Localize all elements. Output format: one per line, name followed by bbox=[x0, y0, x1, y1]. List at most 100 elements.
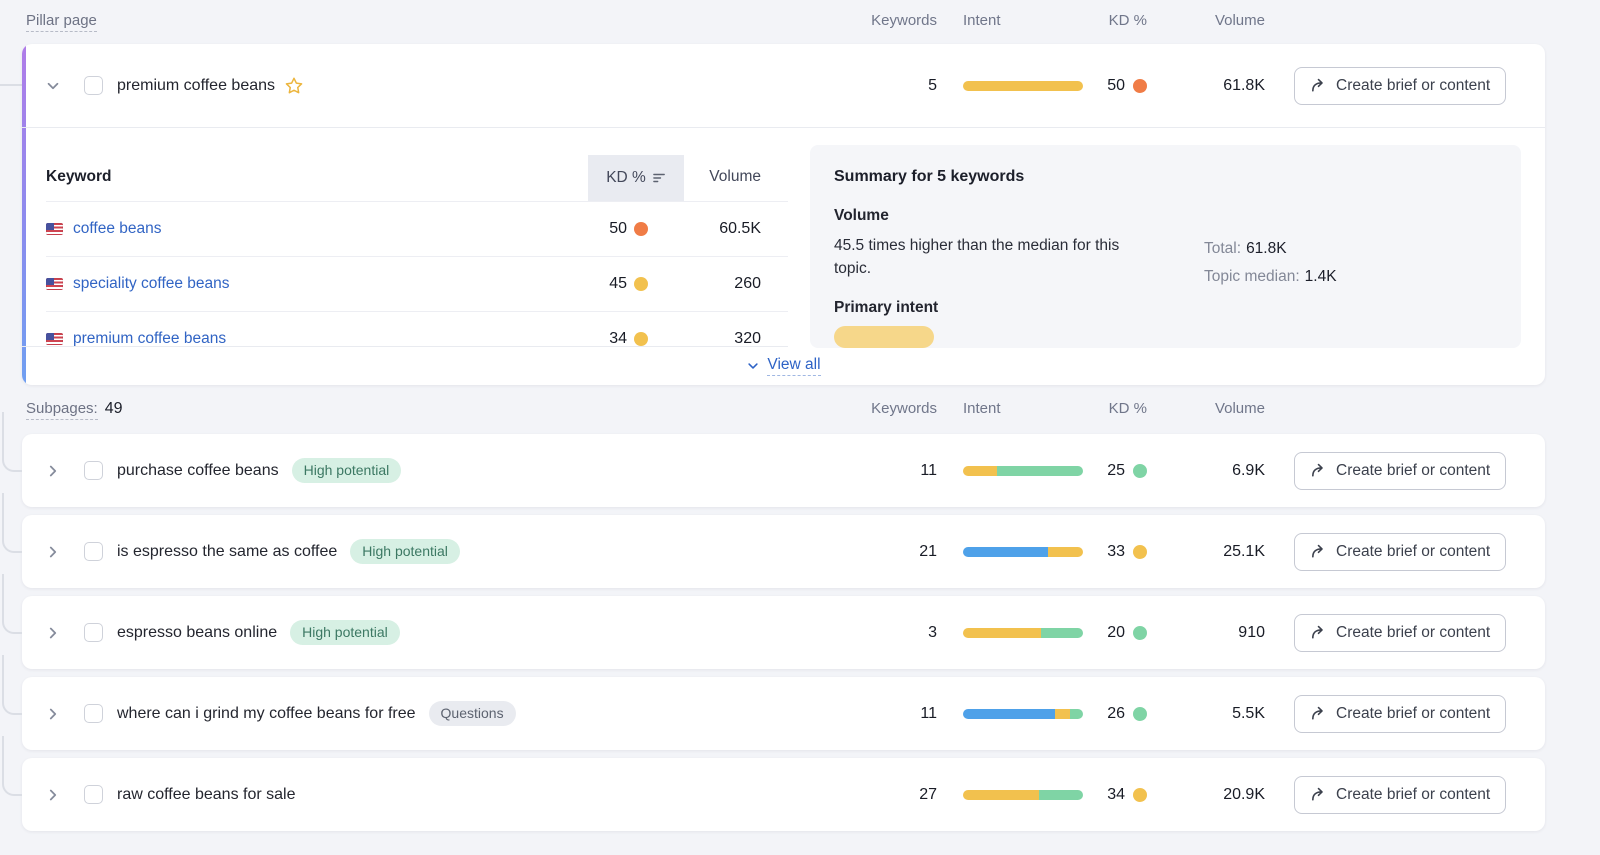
pillar-checkbox[interactable] bbox=[84, 76, 103, 95]
subpage-kd-cell: 20 bbox=[1040, 624, 1147, 642]
create-brief-button[interactable]: Create brief or content bbox=[1294, 695, 1506, 733]
column-intent: Intent bbox=[963, 400, 1001, 417]
expand-chevron-right-icon[interactable] bbox=[44, 624, 62, 642]
kd-dot bbox=[634, 332, 648, 346]
pillar-title: premium coffee beans bbox=[117, 77, 275, 95]
expand-chevron-right-icon[interactable] bbox=[44, 462, 62, 480]
chevron-down-icon bbox=[746, 359, 760, 373]
kd-value: 25 bbox=[1107, 462, 1125, 480]
pillar-kd-cell: 50 bbox=[1040, 77, 1147, 95]
view-all-link[interactable]: View all bbox=[767, 356, 820, 376]
header-volume: Volume bbox=[691, 168, 761, 186]
subpage-title: is espresso the same as coffee bbox=[117, 543, 337, 561]
summary-title: Summary for 5 keywords bbox=[834, 168, 1497, 186]
expand-chevron-right-icon[interactable] bbox=[44, 705, 62, 723]
subpage-checkbox[interactable] bbox=[84, 785, 103, 804]
subpage-kd-cell: 26 bbox=[1040, 705, 1147, 723]
create-brief-label: Create brief or content bbox=[1336, 786, 1490, 804]
tree-connector bbox=[2, 736, 22, 796]
subpage-checkbox[interactable] bbox=[84, 461, 103, 480]
keyword-table: Keyword KD % Volume coffee beans 50 60.5… bbox=[46, 155, 788, 346]
kd-dot bbox=[634, 222, 648, 236]
create-brief-button[interactable]: Create brief or content bbox=[1294, 614, 1506, 652]
expand-chevron-right-icon[interactable] bbox=[44, 543, 62, 561]
primary-intent-heading: Primary intent bbox=[834, 299, 1497, 317]
forward-arrow-icon bbox=[1310, 786, 1327, 803]
us-flag-icon bbox=[46, 278, 63, 290]
pillar-volume: 61.8K bbox=[1150, 77, 1265, 95]
median-label: Topic median: bbox=[1204, 268, 1300, 285]
subpage-checkbox[interactable] bbox=[84, 542, 103, 561]
kd-value: 20 bbox=[1107, 624, 1125, 642]
subpage-row: where can i grind my coffee beans for fr… bbox=[22, 677, 1545, 750]
keyword-text: coffee beans bbox=[73, 220, 161, 238]
create-brief-button[interactable]: Create brief or content bbox=[1294, 452, 1506, 490]
tree-connector bbox=[2, 412, 22, 472]
forward-arrow-icon bbox=[1310, 624, 1327, 641]
tree-connector bbox=[2, 574, 22, 634]
column-kd: KD % bbox=[1040, 400, 1147, 417]
us-flag-icon bbox=[46, 333, 63, 345]
subpages-list: purchase coffee beans High potential 11 … bbox=[22, 434, 1545, 831]
potential-badge: High potential bbox=[290, 620, 400, 645]
summary-volume-note: 45.5 times higher than the median for th… bbox=[834, 234, 1139, 281]
subpage-keywords-count: 27 bbox=[857, 786, 937, 804]
keyword-volume: 320 bbox=[676, 330, 761, 346]
subpage-title: espresso beans online bbox=[117, 624, 277, 642]
forward-arrow-icon bbox=[1310, 705, 1327, 722]
keyword-kd-cell: 50 bbox=[546, 220, 648, 238]
column-volume: Volume bbox=[1150, 12, 1265, 29]
create-brief-button[interactable]: Create brief or content bbox=[1294, 533, 1506, 571]
primary-intent-badge bbox=[834, 326, 934, 348]
header-kd-label: KD % bbox=[606, 169, 646, 187]
subpage-keywords-count: 11 bbox=[857, 462, 937, 480]
pillar-keywords-count: 5 bbox=[857, 77, 937, 95]
forward-arrow-icon bbox=[1310, 543, 1327, 560]
create-brief-button[interactable]: Create brief or content bbox=[1294, 67, 1506, 105]
subpage-volume: 910 bbox=[1150, 624, 1265, 642]
column-intent: Intent bbox=[963, 12, 1001, 29]
subpage-checkbox[interactable] bbox=[84, 704, 103, 723]
kd-dot bbox=[1133, 788, 1147, 802]
subpage-row: is espresso the same as coffee High pote… bbox=[22, 515, 1545, 588]
subpage-volume: 5.5K bbox=[1150, 705, 1265, 723]
subpage-keywords-count: 3 bbox=[857, 624, 937, 642]
collapse-chevron-down-icon[interactable] bbox=[44, 77, 62, 95]
keyword-link[interactable]: coffee beans bbox=[46, 220, 161, 238]
keyword-volume: 60.5K bbox=[676, 220, 761, 238]
keyword-table-row: coffee beans 50 60.5K bbox=[46, 201, 788, 256]
subpage-title: raw coffee beans for sale bbox=[117, 786, 295, 804]
kd-dot bbox=[1133, 545, 1147, 559]
kd-value: 50 bbox=[609, 220, 627, 238]
star-icon[interactable] bbox=[284, 76, 304, 96]
potential-badge: High potential bbox=[350, 539, 460, 564]
subpage-volume: 20.9K bbox=[1150, 786, 1265, 804]
keyword-text: premium coffee beans bbox=[73, 330, 226, 346]
create-brief-label: Create brief or content bbox=[1336, 705, 1490, 723]
potential-badge: Questions bbox=[429, 701, 516, 726]
keyword-rows: coffee beans 50 60.5K speciality coffee … bbox=[46, 201, 788, 346]
pillar-column-headers: Keywords Intent KD % Volume bbox=[22, 12, 1545, 36]
potential-badge: High potential bbox=[292, 458, 402, 483]
keyword-kd-cell: 45 bbox=[546, 275, 648, 293]
total-label: Total: bbox=[1204, 240, 1241, 257]
create-brief-label: Create brief or content bbox=[1336, 77, 1490, 95]
subpage-checkbox[interactable] bbox=[84, 623, 103, 642]
summary-panel: Summary for 5 keywords Volume 45.5 times… bbox=[810, 145, 1521, 348]
header-keyword: Keyword bbox=[46, 168, 111, 186]
sort-descending-icon bbox=[653, 172, 666, 184]
expand-chevron-right-icon[interactable] bbox=[44, 786, 62, 804]
keyword-link[interactable]: speciality coffee beans bbox=[46, 275, 230, 293]
keyword-link[interactable]: premium coffee beans bbox=[46, 330, 226, 346]
create-brief-label: Create brief or content bbox=[1336, 462, 1490, 480]
header-kd-sort[interactable]: KD % bbox=[588, 155, 684, 201]
subpage-title: where can i grind my coffee beans for fr… bbox=[117, 705, 416, 723]
create-brief-button[interactable]: Create brief or content bbox=[1294, 776, 1506, 814]
median-value: 1.4K bbox=[1305, 268, 1337, 285]
kd-dot bbox=[634, 277, 648, 291]
kd-value: 34 bbox=[1107, 786, 1125, 804]
keyword-table-header: Keyword KD % Volume bbox=[46, 155, 788, 201]
kd-dot bbox=[1133, 707, 1147, 721]
subpage-keywords-count: 21 bbox=[857, 543, 937, 561]
keyword-kd-cell: 34 bbox=[546, 330, 648, 346]
